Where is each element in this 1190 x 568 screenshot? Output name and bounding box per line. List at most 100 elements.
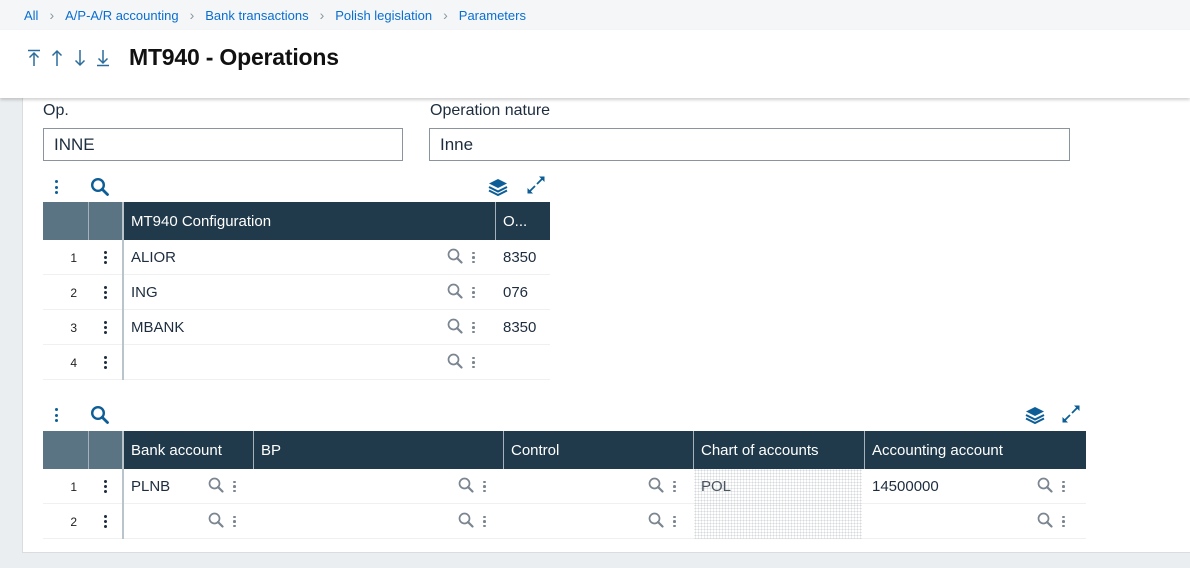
bp-cell[interactable] [254,504,504,539]
cell-menu-icon[interactable] [233,515,236,528]
lookup-icon[interactable] [208,477,224,497]
row-menu-icon[interactable] [89,504,124,539]
record-navigation [26,47,111,69]
grid2-expand-icon[interactable] [1060,403,1082,425]
cell-menu-icon[interactable] [673,515,676,528]
next-record-icon[interactable] [72,47,88,69]
control-cell[interactable] [504,469,694,504]
breadcrumb-bank-transactions[interactable]: Bank transactions [205,8,308,23]
bank-account-cell[interactable] [124,504,254,539]
control-cell[interactable] [504,504,694,539]
row-index: 2 [70,285,77,300]
o-cell[interactable]: 8350 [496,310,550,345]
cell-menu-icon[interactable] [472,286,475,299]
page-title: MT940 - Operations [129,44,339,70]
breadcrumb-ap-ar-accounting[interactable]: A/P-A/R accounting [65,8,178,23]
bp-cell[interactable] [254,469,504,504]
mt940-configuration-cell[interactable]: ING [124,275,496,310]
cell-menu-icon[interactable] [673,480,676,493]
column-header-o[interactable]: O... [496,202,550,240]
cell-tools [447,310,475,345]
cell-tools [208,469,236,504]
o-cell[interactable]: 076 [496,275,550,310]
last-record-icon[interactable] [95,47,111,69]
table-row: 1 PLNB POL 14500000 [43,469,1086,504]
breadcrumb-parameters[interactable]: Parameters [459,8,526,23]
cell-menu-icon[interactable] [1062,515,1065,528]
op-field[interactable]: INNE [43,128,403,161]
table-row: 3 MBANK 8350 [43,310,550,345]
chevron-right-icon: › [443,7,448,23]
cell-menu-icon[interactable] [472,321,475,334]
row-menu-icon[interactable] [89,240,124,275]
row-menu-icon[interactable] [89,310,124,345]
operation-nature-label: Operation nature [430,102,551,119]
breadcrumb-polish-legislation[interactable]: Polish legislation [335,8,432,23]
cell-tools [1037,504,1065,539]
lookup-icon[interactable] [208,512,224,532]
column-header-bp[interactable]: BP [254,431,504,469]
breadcrumb: All › A/P-A/R accounting › Bank transact… [0,0,1190,30]
row-menu-icon[interactable] [89,345,124,380]
grid2-search-icon[interactable] [89,404,111,426]
cell-menu-icon[interactable] [472,356,475,369]
column-header-mt940-configuration[interactable]: MT940 Configuration [124,202,496,240]
row-menu-icon[interactable] [89,469,124,504]
column-header-accounting-account[interactable]: Accounting account [865,431,1086,469]
lookup-icon[interactable] [458,477,474,497]
row-menu-icon[interactable] [89,275,124,310]
accounting-account-cell[interactable] [865,504,1086,539]
mt940-configuration-value: ALIOR [131,249,177,266]
mt940-configuration-cell[interactable] [124,345,496,380]
grid1-expand-icon[interactable] [525,174,547,196]
lookup-icon[interactable] [458,512,474,532]
lookup-icon[interactable] [447,248,463,268]
grid2-header: Bank account BP Control Chart of account… [43,431,1086,469]
lookup-icon[interactable] [648,512,664,532]
chart-of-accounts-cell [694,504,862,539]
mt940-configuration-cell[interactable]: ALIOR [124,240,496,275]
lookup-icon[interactable] [1037,512,1053,532]
grid1-search-icon[interactable] [89,176,111,198]
chevron-right-icon: › [49,7,55,23]
lookup-icon[interactable] [648,477,664,497]
lookup-icon[interactable] [447,353,463,373]
row-index: 1 [70,250,77,265]
cell-tools [1037,469,1065,504]
cell-menu-icon[interactable] [472,251,475,264]
breadcrumb-all[interactable]: All [24,8,38,23]
first-record-icon[interactable] [26,47,42,69]
lookup-icon[interactable] [447,318,463,338]
column-header-chart-of-accounts[interactable]: Chart of accounts [694,431,865,469]
bank-account-value: PLNB [131,478,171,495]
accounting-account-cell[interactable]: 14500000 [865,469,1086,504]
table-row: 4 [43,345,550,380]
cell-tools [648,504,676,539]
operation-nature-field[interactable]: Inne [429,128,1070,161]
lookup-icon[interactable] [1037,477,1053,497]
cell-menu-icon[interactable] [483,515,486,528]
grid1-menu-icon[interactable] [50,176,62,198]
grid1-header-menu [89,202,124,240]
column-header-control[interactable]: Control [504,431,694,469]
previous-record-icon[interactable] [49,47,65,69]
column-header-bank-account[interactable]: Bank account [124,431,254,469]
cell-menu-icon[interactable] [483,480,486,493]
grid1-header-index [43,202,89,240]
grid1-layers-icon[interactable] [487,176,509,198]
o-cell[interactable]: 8350 [496,240,550,275]
cell-tools [458,504,486,539]
bank-account-cell[interactable]: PLNB [124,469,254,504]
cell-menu-icon[interactable] [233,480,236,493]
grid2-menu-icon[interactable] [50,404,62,426]
cell-menu-icon[interactable] [1062,480,1065,493]
row-index: 4 [70,355,77,370]
grid2-layers-icon[interactable] [1024,404,1046,426]
cell-tools [208,504,236,539]
chevron-right-icon: › [189,7,195,23]
lookup-icon[interactable] [447,283,463,303]
mt940-configuration-cell[interactable]: MBANK [124,310,496,345]
grid2-header-menu [89,431,124,469]
cell-tools [458,469,486,504]
o-cell[interactable] [496,345,550,380]
